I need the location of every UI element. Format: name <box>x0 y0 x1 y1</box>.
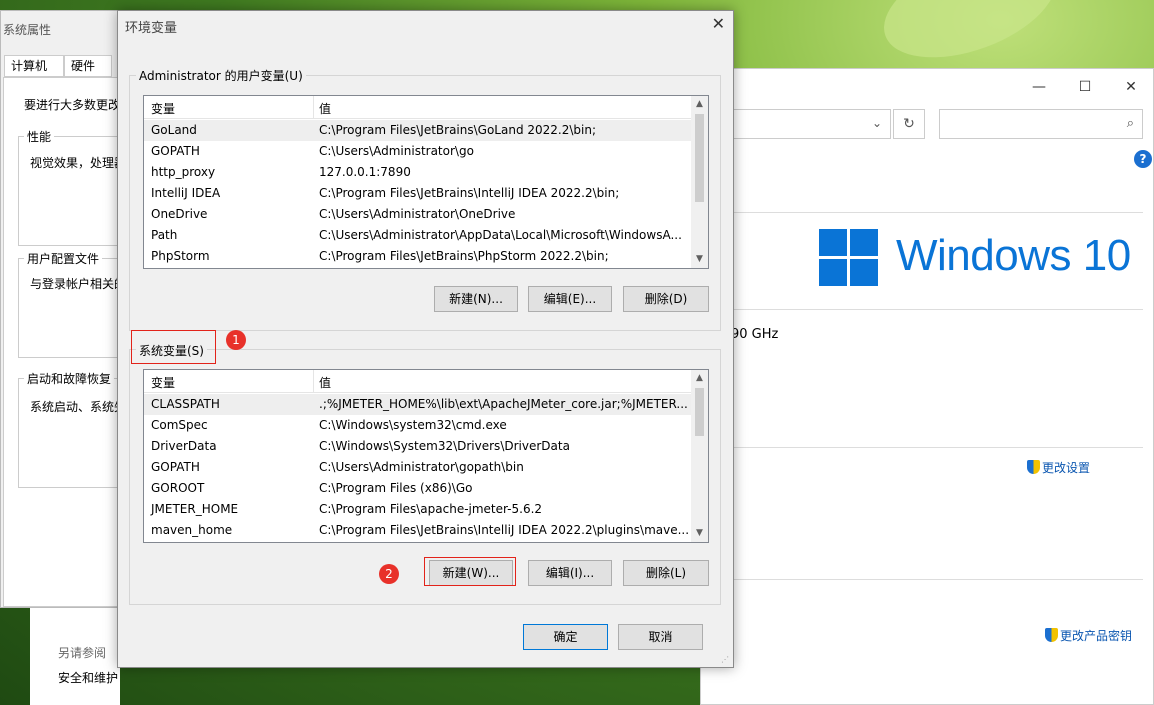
shield-icon <box>1027 460 1040 474</box>
group-label: 用户配置文件 <box>24 250 103 267</box>
column-header-name[interactable]: 变量 <box>151 374 175 391</box>
column-header-value[interactable]: 值 <box>319 100 331 117</box>
table-row[interactable]: maven_home C:\Program Files\JetBrains\Int… <box>144 520 691 541</box>
user-delete-button[interactable]: 删除(D) <box>623 286 709 312</box>
table-row[interactable]: Path C:\Users\Administrator\AppData\Local… <box>144 225 691 246</box>
tab-computer-name[interactable]: 计算机名 <box>4 55 64 93</box>
scroll-down-icon[interactable]: ▼ <box>691 525 708 542</box>
change-settings-link[interactable]: 更改设置 <box>1027 459 1090 476</box>
user-new-button[interactable]: 新建(N)... <box>434 286 518 312</box>
scroll-up-icon[interactable]: ▲ <box>691 370 708 387</box>
user-profile-group <box>18 258 130 358</box>
table-row[interactable]: GOPATH C:\Users\Administrator\gopath\bin <box>144 457 691 478</box>
group-label: 启动和故障恢复 <box>24 370 115 387</box>
ok-button[interactable]: 确定 <box>523 624 608 650</box>
table-row[interactable]: OneDrive C:\Users\Administrator\OneDrive <box>144 204 691 225</box>
system-info-window: — ☐ ✕ ⌄ ↻ ⌕ ? Windows 10 90 GHz 更改设置 更改产… <box>700 68 1154 705</box>
refresh-button[interactable]: ↻ <box>893 109 925 139</box>
list-header: 变量 值 <box>144 96 708 119</box>
cancel-button[interactable]: 取消 <box>618 624 703 650</box>
annotation-badge-2: 2 <box>379 564 399 584</box>
divider <box>731 309 1143 310</box>
divider <box>731 212 1143 213</box>
refresh-icon: ↻ <box>903 116 915 132</box>
user-edit-button[interactable]: 编辑(E)... <box>528 286 612 312</box>
scrollbar[interactable]: ▲ ▼ <box>691 96 708 268</box>
table-row[interactable]: PhpStorm C:\Program Files\JetBrains\PhpSt… <box>144 246 691 267</box>
system-delete-button[interactable]: 删除(L) <box>623 560 709 586</box>
security-maintenance-link[interactable]: 安全和维护 <box>58 669 118 686</box>
highlight-box-system-variables <box>131 330 216 364</box>
maximize-icon[interactable]: ☐ <box>1075 79 1095 95</box>
list-header: 变量 值 <box>144 370 708 393</box>
system-variables-list[interactable]: 变量 值 CLASSPATH .;%JMETER_HOME%\lib\ext\Ap… <box>143 369 709 543</box>
table-row[interactable]: DriverData C:\Windows\System32\Drivers\Dr… <box>144 436 691 457</box>
see-also-panel: 另请参阅 安全和维护 <box>30 608 120 705</box>
highlight-box-new-button <box>424 557 516 586</box>
scroll-thumb[interactable] <box>695 388 704 436</box>
divider <box>731 447 1143 448</box>
window-title: 系统属性 <box>3 23 52 37</box>
close-icon[interactable]: ✕ <box>1121 79 1141 95</box>
tab-hardware[interactable]: 硬件 <box>64 55 112 77</box>
intro-text: 要进行大多数更改 <box>24 98 121 112</box>
group-text: 系统启动、系统失 <box>30 400 127 414</box>
dialog-title: 环境变量 <box>125 21 178 36</box>
see-also-heading: 另请参阅 <box>58 646 107 660</box>
scroll-down-icon[interactable]: ▼ <box>691 251 708 268</box>
column-header-name[interactable]: 变量 <box>151 100 175 117</box>
address-bar[interactable]: ⌄ <box>731 109 891 139</box>
windows-logo-icon <box>819 229 879 287</box>
table-row[interactable]: GOPATH C:\Users\Administrator\go <box>144 141 691 162</box>
table-row[interactable]: GoLand C:\Program Files\JetBrains\GoLand … <box>144 120 691 141</box>
table-row[interactable]: http_proxy 127.0.0.1:7890 <box>144 162 691 183</box>
search-input[interactable]: ⌕ <box>939 109 1143 139</box>
scroll-thumb[interactable] <box>695 114 704 202</box>
startup-recovery-group <box>18 378 130 488</box>
close-icon[interactable]: ✕ <box>712 14 725 33</box>
system-properties-window: 系统属性 计算机名 硬件 要进行大多数更改 性能 视觉效果，处理器 用户配置文件… <box>0 10 131 608</box>
minimize-icon[interactable]: — <box>1029 79 1049 95</box>
user-variables-list[interactable]: 变量 值 GoLand C:\Program Files\JetBrains\Go… <box>143 95 709 269</box>
watermark: @稀土掘金技术社区 <box>988 683 1141 703</box>
divider <box>731 579 1143 580</box>
table-row[interactable]: GOROOT C:\Program Files (x86)\Go <box>144 478 691 499</box>
system-edit-button[interactable]: 编辑(I)... <box>528 560 612 586</box>
cpu-speed-text: 90 GHz <box>731 327 779 342</box>
scrollbar[interactable]: ▲ ▼ <box>691 370 708 542</box>
table-row[interactable]: ComSpec C:\Windows\system32\cmd.exe <box>144 415 691 436</box>
group-text: 视觉效果，处理器 <box>30 156 127 170</box>
tab-body: 要进行大多数更改 性能 视觉效果，处理器 用户配置文件 与登录帐户相关的 启动和… <box>3 77 131 607</box>
help-icon[interactable]: ? <box>1134 150 1152 168</box>
group-label: 性能 <box>24 128 55 145</box>
table-row[interactable]: CLASSPATH .;%JMETER_HOME%\lib\ext\ApacheJ… <box>144 394 691 415</box>
performance-group <box>18 136 130 246</box>
windows-wordmark: Windows 10 <box>896 231 1131 280</box>
shield-icon <box>1045 628 1058 642</box>
resize-grip-icon[interactable]: ⋰ <box>721 655 731 665</box>
chevron-down-icon[interactable]: ⌄ <box>872 116 882 130</box>
table-row[interactable]: IntelliJ IDEA C:\Program Files\JetBrains\… <box>144 183 691 204</box>
scroll-up-icon[interactable]: ▲ <box>691 96 708 113</box>
search-icon: ⌕ <box>1126 116 1134 131</box>
change-product-key-link[interactable]: 更改产品密钥 <box>1045 627 1132 644</box>
column-header-value[interactable]: 值 <box>319 374 331 391</box>
group-text: 与登录帐户相关的 <box>30 277 127 291</box>
annotation-badge-1: 1 <box>226 330 246 350</box>
table-row[interactable]: JMETER_HOME C:\Program Files\apache-jmete… <box>144 499 691 520</box>
user-variables-label: Administrator 的用户变量(U) <box>136 67 306 84</box>
